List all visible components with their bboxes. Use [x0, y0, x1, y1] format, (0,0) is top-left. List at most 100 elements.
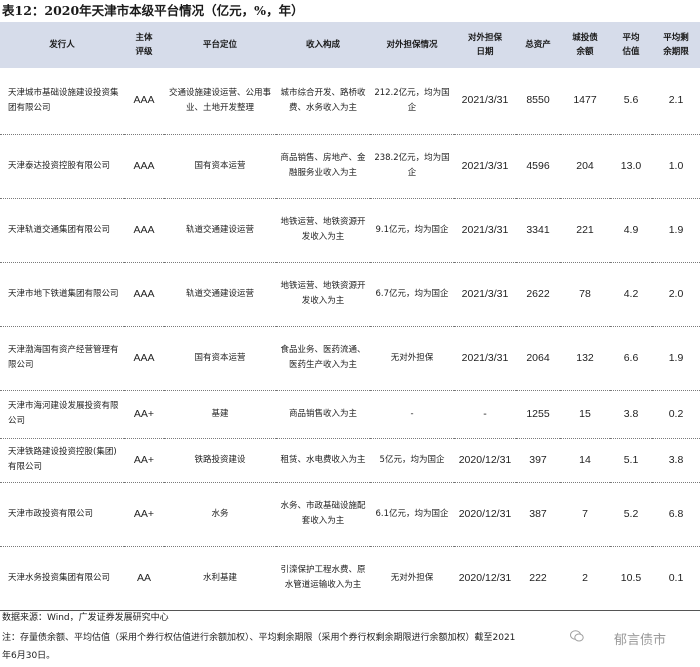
cell-revenue: 水务、市政基础设施配套收入为主	[276, 482, 370, 547]
table-body: 天津城市基础设施建设投资集团有限公司 AAA 交通设施建设运营、公用事业、土地开发整…	[0, 68, 700, 611]
cell-positioning: 交通设施建设运营、公用事业、土地开发整理	[164, 68, 276, 135]
header-row: 发行人 主体 评级 平台定位 收入构成 对外担保情况 对外担保 日期 总资产 城投债 余额 平均…	[0, 22, 700, 68]
cell-revenue: 地铁运营、地铁资源开发收入为主	[276, 262, 370, 327]
footnote-line1: 注：存量债余额、平均估值（采用个券行权估值进行余额加权）、平均剩余期限（采用个券…	[2, 633, 516, 643]
cell-rating: AA	[124, 546, 164, 611]
cell-avg-valuation: 5.1	[610, 438, 652, 483]
cell-issuer: 天津市地下铁道集团有限公司	[0, 262, 124, 327]
cell-positioning: 铁路投资建设	[164, 438, 276, 483]
header-revenue: 收入构成	[276, 22, 370, 68]
cell-total-assets: 2622	[516, 262, 560, 327]
cell-total-assets: 8550	[516, 68, 560, 135]
cell-avg-remaining-term: 0.2	[652, 390, 700, 439]
wechat-watermark-icon	[570, 630, 584, 642]
cell-positioning: 水务	[164, 482, 276, 547]
cell-total-assets: 222	[516, 546, 560, 611]
cell-avg-remaining-term: 3.8	[652, 438, 700, 483]
cell-avg-valuation: 6.6	[610, 326, 652, 391]
cell-avg-remaining-term: 1.9	[652, 326, 700, 391]
platform-table: 发行人 主体 评级 平台定位 收入构成 对外担保情况 对外担保 日期 总资产 城投债 余额 平均…	[0, 22, 700, 611]
cell-total-assets: 1255	[516, 390, 560, 439]
cell-guarantee: 5亿元，均为国企	[370, 438, 454, 483]
cell-total-assets: 397	[516, 438, 560, 483]
cell-issuer: 天津水务投资集团有限公司	[0, 546, 124, 611]
table-row: 天津铁路建设投资控股(集团)有限公司 AA+ 铁路投资建设 租赁、水电费收入为主 5亿元…	[0, 438, 700, 483]
header-issuer: 发行人	[0, 22, 124, 68]
cell-issuer: 天津铁路建设投资控股(集团)有限公司	[0, 438, 124, 483]
cell-avg-valuation: 4.9	[610, 198, 652, 263]
cell-bond-balance: 15	[560, 390, 610, 439]
cell-avg-valuation: 4.2	[610, 262, 652, 327]
cell-bond-balance: 14	[560, 438, 610, 483]
cell-guarantee-date: 2021/3/31	[454, 68, 516, 135]
cell-guarantee-date: 2021/3/31	[454, 134, 516, 199]
cell-rating: AAA	[124, 198, 164, 263]
cell-guarantee-date: 2020/12/31	[454, 438, 516, 483]
cell-guarantee-date: 2020/12/31	[454, 546, 516, 611]
table-row: 天津渤海国有资产经营管理有限公司 AAA 国有资本运营 食品业务、医药流通、医药生产收…	[0, 326, 700, 391]
cell-rating: AAA	[124, 134, 164, 199]
cell-total-assets: 3341	[516, 198, 560, 263]
cell-bond-balance: 7	[560, 482, 610, 547]
header-guarantee: 对外担保情况	[370, 22, 454, 68]
cell-bond-balance: 221	[560, 198, 610, 263]
table-header: 发行人 主体 评级 平台定位 收入构成 对外担保情况 对外担保 日期 总资产 城投债 余额 平均…	[0, 22, 700, 68]
cell-revenue: 城市综合开发、路桥收费、水务收入为主	[276, 68, 370, 135]
cell-guarantee: 6.7亿元，均为国企	[370, 262, 454, 327]
cell-avg-remaining-term: 1.0	[652, 134, 700, 199]
watermark-text: 郁言债市	[613, 633, 666, 648]
table-title: 表12：2020年天津市本级平台情况（亿元，%，年）	[2, 3, 304, 18]
cell-rating: AAA	[124, 326, 164, 391]
cell-positioning: 国有资本运营	[164, 326, 276, 391]
cell-avg-remaining-term: 0.1	[652, 546, 700, 611]
cell-rating: AA+	[124, 482, 164, 547]
header-avg-remaining-term: 平均剩 余期限	[652, 22, 700, 68]
cell-positioning: 轨道交通建设运营	[164, 262, 276, 327]
cell-avg-remaining-term: 2.1	[652, 68, 700, 135]
cell-revenue: 地铁运营、地铁资源开发收入为主	[276, 198, 370, 263]
cell-guarantee-date: 2021/3/31	[454, 326, 516, 391]
cell-guarantee-date: 2020/12/31	[454, 482, 516, 547]
cell-rating: AA+	[124, 438, 164, 483]
cell-bond-balance: 78	[560, 262, 610, 327]
header-guarantee-date: 对外担保 日期	[454, 22, 516, 68]
header-positioning: 平台定位	[164, 22, 276, 68]
cell-revenue: 商品销售、房地产、金融服务业收入为主	[276, 134, 370, 199]
cell-guarantee: 9.1亿元，均为国企	[370, 198, 454, 263]
header-rating: 主体 评级	[124, 22, 164, 68]
table-row: 天津市政投资有限公司 AA+ 水务 水务、市政基础设施配套收入为主 6.1亿元，均为国企…	[0, 482, 700, 547]
cell-issuer: 天津市海河建设发展投资有限公司	[0, 390, 124, 439]
cell-bond-balance: 204	[560, 134, 610, 199]
cell-avg-remaining-term: 2.0	[652, 262, 700, 327]
platform-table-wrapper: 发行人 主体 评级 平台定位 收入构成 对外担保情况 对外担保 日期 总资产 城投债 余额 平均…	[0, 22, 700, 611]
header-bond-balance: 城投债 余额	[560, 22, 610, 68]
cell-total-assets: 2064	[516, 326, 560, 391]
cell-guarantee: 212.2亿元，均为国企	[370, 68, 454, 135]
cell-issuer: 天津渤海国有资产经营管理有限公司	[0, 326, 124, 391]
cell-rating: AAA	[124, 262, 164, 327]
cell-guarantee: 6.1亿元，均为国企	[370, 482, 454, 547]
cell-rating: AA+	[124, 390, 164, 439]
table-row: 天津市海河建设发展投资有限公司 AA+ 基建 商品销售收入为主 - -1255 15 3.8 0…	[0, 390, 700, 439]
table-row: 天津城市基础设施建设投资集团有限公司 AAA 交通设施建设运营、公用事业、土地开发整…	[0, 68, 700, 135]
table-row: 天津轨道交通集团有限公司 AAA 轨道交通建设运营 地铁运营、地铁资源开发收入为主 9.…	[0, 198, 700, 263]
cell-avg-valuation: 3.8	[610, 390, 652, 439]
cell-issuer: 天津泰达投资控股有限公司	[0, 134, 124, 199]
cell-revenue: 食品业务、医药流通、医药生产收入为主	[276, 326, 370, 391]
cell-guarantee-date: 2021/3/31	[454, 262, 516, 327]
cell-revenue: 引滦保护工程水费、原水管道运输收入为主	[276, 546, 370, 611]
cell-issuer: 天津轨道交通集团有限公司	[0, 198, 124, 263]
cell-bond-balance: 132	[560, 326, 610, 391]
cell-bond-balance: 1477	[560, 68, 610, 135]
cell-positioning: 轨道交通建设运营	[164, 198, 276, 263]
cell-avg-valuation: 5.6	[610, 68, 652, 135]
cell-avg-valuation: 13.0	[610, 134, 652, 199]
table-row: 天津水务投资集团有限公司 AA 水利基建 引滦保护工程水费、原水管道运输收入为主 无对外…	[0, 546, 700, 611]
cell-guarantee-date: 2021/3/31	[454, 198, 516, 263]
cell-avg-valuation: 10.5	[610, 546, 652, 611]
cell-avg-remaining-term: 1.9	[652, 198, 700, 263]
cell-positioning: 基建	[164, 390, 276, 439]
cell-revenue: 商品销售收入为主	[276, 390, 370, 439]
cell-positioning: 国有资本运营	[164, 134, 276, 199]
cell-guarantee: 无对外担保	[370, 326, 454, 391]
